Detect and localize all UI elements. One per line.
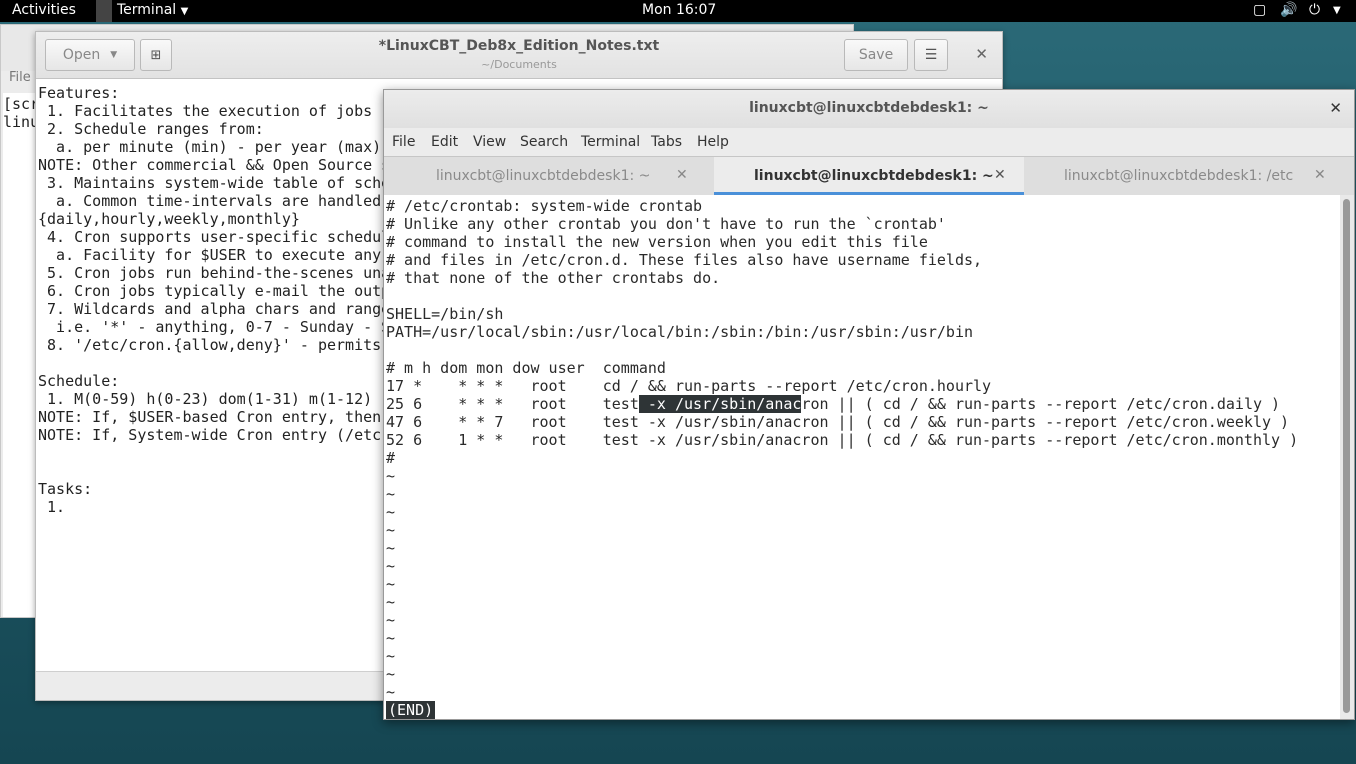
terminal-line: ~	[386, 647, 396, 665]
editor-line: NOTE: Other commercial && Open Source s	[38, 156, 391, 174]
editor-headerbar: Open ▼ ⊞ *LinuxCBT_Deb8x_Edition_Notes.t…	[36, 32, 1002, 79]
window-icon[interactable]: ▢	[1253, 2, 1266, 18]
terminal-line: # m h dom mon dow user command	[386, 359, 666, 377]
terminal-line: #	[386, 449, 396, 467]
editor-line: a. Facility for $USER to execute any	[38, 246, 382, 264]
background-terminal-file-menu[interactable]: File	[9, 70, 31, 85]
editor-line: 1.	[38, 498, 66, 516]
editor-line: Schedule:	[38, 372, 120, 390]
terminal-line: ~	[386, 575, 396, 593]
terminal-line: # and files in /etc/cron.d. These files …	[386, 251, 983, 269]
editor-line: 5. Cron jobs run behind-the-scenes una	[38, 264, 391, 282]
editor-line: NOTE: If, System-wide Cron entry (/etc	[38, 426, 382, 444]
terminal-line: ~	[386, 521, 396, 539]
chevron-down-icon: ▼	[180, 6, 189, 17]
close-icon[interactable]: ✕	[975, 45, 988, 63]
app-menu-button[interactable]: Terminal ▼	[117, 2, 188, 18]
save-button[interactable]: Save	[844, 39, 908, 71]
menu-help[interactable]: Help	[697, 134, 729, 150]
power-icon[interactable]: ⏻	[1309, 2, 1320, 18]
menu-file[interactable]: File	[392, 134, 415, 150]
end-indicator: (END)	[386, 701, 436, 719]
menu-terminal[interactable]: Terminal	[581, 134, 640, 150]
terminal-line: 52 6 1 * * root test -x /usr/sbin/anacro…	[386, 431, 1299, 449]
background-terminal-line: [scr	[3, 95, 40, 113]
editor-line: 1. M(0-59) h(0-23) dom(1-31) m(1-12) (	[38, 390, 391, 408]
tab-label: linuxcbt@linuxcbtdebdesk1: /etc	[1064, 168, 1294, 184]
terminal-line: SHELL=/bin/sh	[386, 305, 504, 323]
terminal-line: PATH=/usr/local/sbin:/usr/local/bin:/sbi…	[386, 323, 973, 341]
tab-label: linuxcbt@linuxcbtdebdesk1: ~	[436, 168, 651, 184]
top-bar: Activities Terminal ▼ Mon 16:07 ▢ 🔊 ⏻ ▼	[0, 0, 1356, 22]
terminal-menubar: File Edit View Search Terminal Tabs Help	[384, 128, 1354, 156]
editor-line: 1. Facilitates the execution of jobs (	[38, 102, 391, 120]
app-menu-label: Terminal	[117, 2, 177, 18]
terminal-line: ~	[386, 629, 396, 647]
editor-line: i.e. '*' - anything, 0-7 - Sunday - S	[38, 318, 391, 336]
terminal-line: # that none of the other crontabs do.	[386, 269, 721, 287]
terminal-tab[interactable]: linuxcbt@linuxcbtdebdesk1: /etc ✕	[1024, 157, 1354, 195]
terminal-text: 25 6 * * * root test	[386, 395, 639, 413]
editor-line: a. Common time-intervals are handled	[38, 192, 382, 210]
terminal-line: # Unlike any other crontab you don't hav…	[386, 215, 946, 233]
terminal-line: ~	[386, 539, 396, 557]
chevron-down-icon[interactable]: ▼	[1333, 5, 1341, 16]
terminal-line: ~	[386, 683, 396, 701]
close-icon[interactable]: ✕	[1329, 99, 1342, 117]
scrollbar-thumb[interactable]	[1343, 199, 1350, 713]
tab-label: linuxcbt@linuxcbtdebdesk1: ~	[754, 168, 994, 184]
close-icon[interactable]: ✕	[676, 167, 688, 183]
selected-text[interactable]: -x /usr/sbin/anac	[638, 395, 802, 413]
terminal-app-icon	[96, 0, 112, 22]
close-icon[interactable]: ✕	[994, 167, 1006, 183]
terminal-title: linuxcbt@linuxcbtdebdesk1: ~	[749, 100, 989, 116]
terminal-line: 25 6 * * * root test -x /usr/sbin/anacro…	[386, 395, 1280, 413]
clock[interactable]: Mon 16:07	[642, 2, 716, 18]
background-terminal-line: linu	[3, 113, 40, 131]
terminal-screen[interactable]: # /etc/crontab: system-wide crontab # Unl…	[384, 195, 1340, 719]
menu-search[interactable]: Search	[520, 134, 568, 150]
editor-line: 3. Maintains system-wide table of sche	[38, 174, 391, 192]
editor-line: {daily,hourly,weekly,monthly}	[38, 210, 300, 228]
volume-icon[interactable]: 🔊	[1280, 2, 1297, 18]
terminal-line: ~	[386, 503, 396, 521]
terminal-line: ~	[386, 557, 396, 575]
terminal-line: 17 * * * * root cd / && run-parts --repo…	[386, 377, 992, 395]
menu-tabs[interactable]: Tabs	[651, 134, 682, 150]
terminal-tab-bar: linuxcbt@linuxcbtdebdesk1: ~ ✕ linuxcbt@…	[384, 156, 1354, 196]
close-icon[interactable]: ✕	[1314, 167, 1326, 183]
terminal-line: ~	[386, 467, 396, 485]
editor-line: 7. Wildcards and alpha chars and range	[38, 300, 391, 318]
terminal-tab[interactable]: linuxcbt@linuxcbtdebdesk1: ~ ✕	[384, 157, 714, 195]
menu-edit[interactable]: Edit	[431, 134, 458, 150]
terminal-line: # command to install the new version whe…	[386, 233, 928, 251]
terminal-titlebar: linuxcbt@linuxcbtdebdesk1: ~ ✕	[384, 90, 1354, 128]
terminal-line: ~	[386, 485, 396, 503]
editor-line: 4. Cron supports user-specific schedul	[38, 228, 391, 246]
terminal-scrollbar[interactable]	[1340, 195, 1354, 719]
menu-view[interactable]: View	[473, 134, 506, 150]
activities-button[interactable]: Activities	[12, 2, 76, 18]
terminal-line: ~	[386, 665, 396, 683]
editor-line: 6. Cron jobs typically e-mail the outp	[38, 282, 391, 300]
pager-status: (END)	[386, 701, 436, 719]
terminal-line: # /etc/crontab: system-wide crontab	[386, 197, 703, 215]
terminal-tab-active[interactable]: linuxcbt@linuxcbtdebdesk1: ~ ✕	[714, 157, 1024, 195]
editor-line: a. per minute (min) - per year (max)	[38, 138, 382, 156]
terminal-line: ~	[386, 611, 396, 629]
editor-line: NOTE: If, $USER-based Cron entry, then	[38, 408, 382, 426]
hamburger-menu-button[interactable]: ☰	[914, 39, 948, 71]
terminal-window[interactable]: linuxcbt@linuxcbtdebdesk1: ~ ✕ File Edit…	[383, 89, 1355, 720]
menu-icon: ☰	[924, 47, 938, 63]
terminal-line: 47 6 * * 7 root test -x /usr/sbin/anacro…	[386, 413, 1290, 431]
editor-line: 8. '/etc/cron.{allow,deny}' - permits	[38, 336, 382, 354]
terminal-line: ~	[386, 593, 396, 611]
editor-line: 2. Schedule ranges from:	[38, 120, 264, 138]
editor-line: Features:	[38, 84, 120, 102]
terminal-text: ron || ( cd / && run-parts --report /etc…	[801, 395, 1281, 413]
editor-line: Tasks:	[38, 480, 93, 498]
